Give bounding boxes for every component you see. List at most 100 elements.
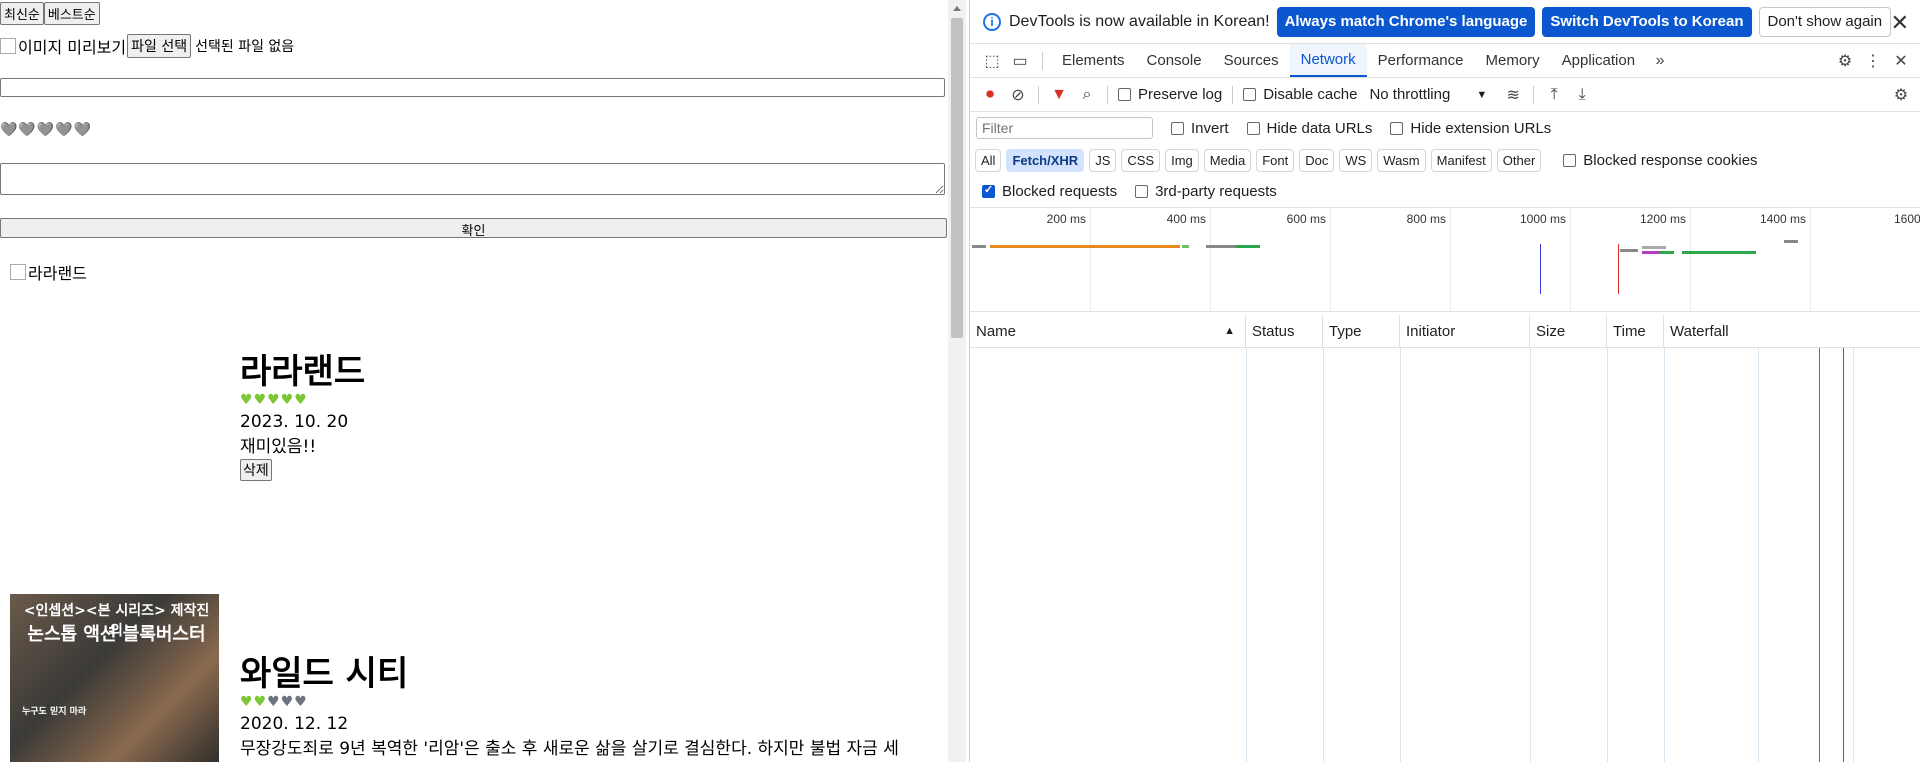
page-scrollbar[interactable] (948, 0, 966, 762)
hide-extension-urls-checkbox[interactable] (1390, 121, 1404, 135)
sort-latest-button[interactable]: 최신순 (0, 2, 44, 25)
settings-gear-icon[interactable]: ⚙ (1831, 51, 1859, 71)
column-divider (1664, 348, 1665, 762)
tab-elements[interactable]: Elements (1051, 44, 1136, 77)
poster-alt: 라라랜드 (28, 264, 87, 283)
disable-cache-checkbox[interactable] (1243, 88, 1257, 101)
network-conditions-icon[interactable]: ≋ (1499, 85, 1527, 105)
type-filter-fetch-xhr[interactable]: Fetch/XHR (1006, 148, 1085, 172)
preserve-log-checkbox[interactable] (1118, 88, 1131, 101)
hide-data-urls-checkbox[interactable] (1246, 121, 1260, 135)
record-stop-icon[interactable]: ⏺ (976, 86, 1004, 104)
blocked-response-cookies-checkbox[interactable] (1563, 153, 1577, 167)
disable-cache-toggle[interactable]: Disable cache (1243, 86, 1357, 103)
dont-show-again-button[interactable]: Don't show again (1758, 6, 1892, 37)
match-language-button[interactable]: Always match Chrome's language (1276, 6, 1536, 37)
throttling-select[interactable]: No throttling ▼ (1369, 86, 1487, 103)
filter-funnel-icon[interactable]: ▼ (1045, 86, 1073, 104)
hide-data-urls-toggle[interactable]: Hide data URLs (1246, 120, 1372, 137)
infobar-message: DevTools is now available in Korean! (1009, 12, 1270, 30)
column-status[interactable]: Status (1246, 315, 1323, 347)
chevron-down-icon: ▼ (1476, 88, 1488, 101)
type-filter-img[interactable]: Img (1165, 148, 1199, 172)
type-filter-font[interactable]: Font (1256, 148, 1295, 172)
type-filter-doc[interactable]: Doc (1299, 148, 1335, 172)
rating-selector[interactable]: 🩶🩶🩶🩶🩶 (0, 122, 92, 138)
load-event-marker (1618, 244, 1619, 294)
tab-console[interactable]: Console (1136, 44, 1213, 77)
divider (1042, 51, 1043, 70)
column-size[interactable]: Size (1530, 315, 1607, 347)
clear-icon[interactable]: ⊘ (1004, 85, 1032, 105)
close-icon[interactable]: ✕ (1891, 10, 1909, 36)
blocked-requests-checkbox[interactable] (982, 183, 995, 198)
third-party-checkbox[interactable] (1135, 184, 1149, 198)
export-har-icon[interactable]: ⤓ (1568, 86, 1596, 104)
timeline-tick-label: 1600 (1894, 212, 1920, 226)
network-overview-timeline[interactable]: 200 ms 400 ms 600 ms 800 ms 1000 ms 1200 ms 14… (970, 207, 1920, 312)
invert-checkbox[interactable] (1171, 121, 1184, 135)
blocked-requests-toggle[interactable]: Blocked requests (982, 183, 1117, 200)
type-filter-ws[interactable]: WS (1339, 148, 1373, 172)
column-type[interactable]: Type (1323, 315, 1400, 347)
review-textarea[interactable] (0, 163, 945, 195)
import-har-icon[interactable]: ⤒ (1540, 86, 1568, 104)
movie-title-input[interactable] (0, 78, 945, 97)
tab-sources[interactable]: Sources (1213, 44, 1290, 77)
sort-buttons: 최신순 베스트순 (0, 2, 100, 25)
search-icon[interactable]: ⌕ (1073, 86, 1101, 104)
more-tabs-icon[interactable]: » (1646, 52, 1674, 70)
broken-image-icon (0, 38, 16, 54)
heart-filled-icon: ♥ (267, 392, 281, 408)
dom-content-loaded-line (1819, 348, 1820, 762)
type-filter-all[interactable]: All (975, 148, 1002, 172)
tab-application[interactable]: Application (1551, 44, 1646, 77)
type-filter-js[interactable]: JS (1089, 148, 1117, 172)
timeline-gridline (1690, 208, 1691, 311)
invert-label: Invert (1191, 119, 1229, 137)
column-initiator[interactable]: Initiator (1400, 315, 1530, 347)
overview-bar (1682, 251, 1756, 254)
confirm-button[interactable]: 확인 (0, 218, 947, 239)
tab-performance[interactable]: Performance (1367, 44, 1475, 77)
resource-type-filters: All Fetch/XHR JS CSS Img Media Font Doc WS Wasm Ma… (970, 145, 1920, 175)
timeline-tick-label: 800 ms (1406, 212, 1446, 226)
third-party-toggle[interactable]: 3rd-party requests (1135, 183, 1277, 200)
dom-content-loaded-marker (1540, 244, 1541, 294)
timeline-tick-label: 600 ms (1286, 212, 1326, 226)
hide-extension-urls-label: Hide extension URLs (1410, 119, 1552, 137)
type-filter-media[interactable]: Media (1203, 148, 1252, 172)
device-toolbar-icon[interactable]: ▭ (1006, 51, 1034, 71)
tab-memory[interactable]: Memory (1475, 44, 1551, 77)
delete-button[interactable]: 삭제 (240, 459, 272, 481)
timeline-gridline (1810, 208, 1811, 311)
poster-headline: 논스톱 액션 블록버스터 (27, 624, 206, 645)
switch-korean-button[interactable]: Switch DevTools to Korean (1542, 6, 1752, 37)
tab-network[interactable]: Network (1289, 44, 1367, 77)
invert-toggle[interactable]: Invert (1171, 120, 1229, 137)
column-waterfall[interactable]: Waterfall (1664, 315, 1920, 347)
scroll-up-arrow[interactable] (953, 6, 961, 11)
sort-best-button[interactable]: 베스트순 (43, 2, 100, 25)
heart-filled-icon: ♥ (240, 694, 254, 710)
hide-extension-urls-toggle[interactable]: Hide extension URLs (1390, 120, 1551, 137)
blocked-response-cookies-toggle[interactable]: Blocked response cookies (1563, 152, 1758, 169)
scroll-thumb[interactable] (951, 18, 963, 338)
inspect-element-icon[interactable]: ⬚ (978, 51, 1006, 71)
type-filter-css[interactable]: CSS (1121, 148, 1161, 172)
filter-input[interactable] (976, 117, 1153, 139)
type-filter-wasm[interactable]: Wasm (1377, 148, 1426, 172)
file-status: 선택된 파일 없음 (195, 39, 295, 55)
column-time[interactable]: Time (1607, 315, 1664, 347)
type-chip-list: All Fetch/XHR JS CSS Img Media Font Doc WS Wasm Ma… (970, 148, 1542, 172)
column-name[interactable]: Name ▲ (970, 315, 1246, 347)
card-info: 와일드 시티 ♥♥♥♥♥ 2020. 12. 12 무장강도죄로 9년 복역한 … (240, 654, 940, 759)
type-filter-manifest[interactable]: Manifest (1430, 148, 1492, 172)
network-settings-icon[interactable]: ⚙ (1887, 85, 1915, 105)
timeline-tick-label: 1400 ms (1759, 212, 1806, 226)
file-select-button[interactable]: 파일 선택 (127, 34, 192, 58)
more-options-icon[interactable]: ⋮ (1859, 51, 1887, 71)
preserve-log-toggle[interactable]: Preserve log (1118, 86, 1222, 103)
close-devtools-icon[interactable]: ✕ (1887, 51, 1915, 71)
type-filter-other[interactable]: Other (1496, 148, 1542, 172)
